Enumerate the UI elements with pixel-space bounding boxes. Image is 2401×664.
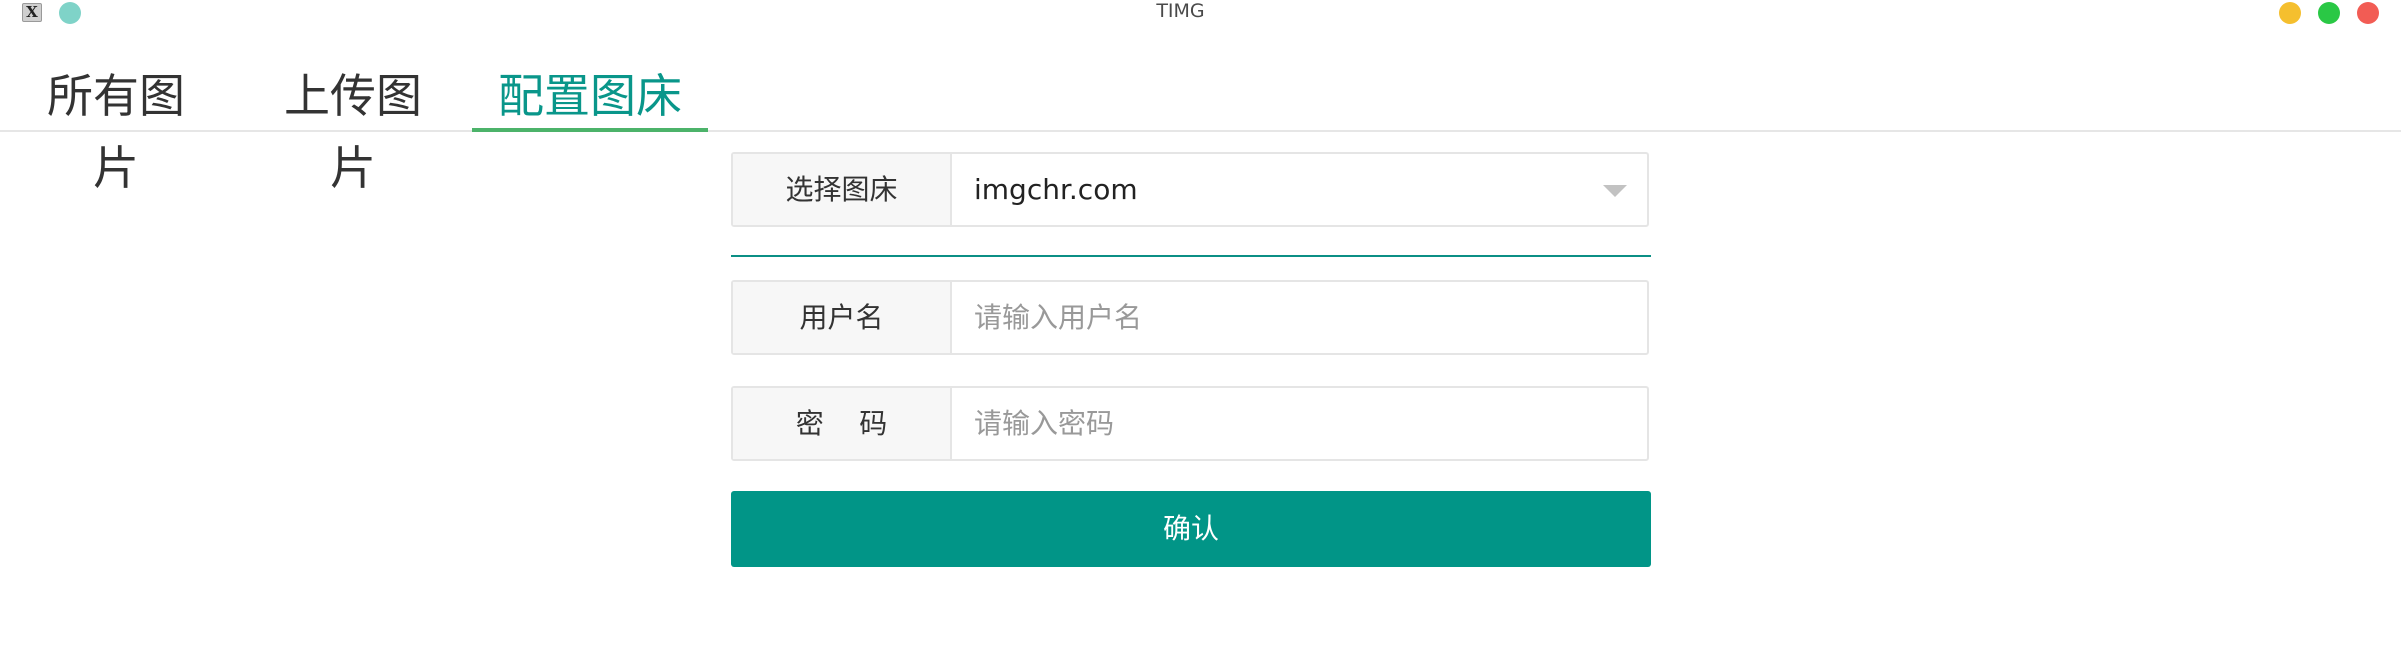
divider: [731, 255, 1651, 257]
username-label: 用户名: [733, 282, 952, 353]
username-input[interactable]: [952, 282, 1647, 353]
minimize-button[interactable]: [2279, 2, 2301, 24]
host-select[interactable]: imgchr.com: [952, 154, 1647, 225]
username-row: 用户名: [731, 280, 1649, 355]
host-select-label: 选择图床: [733, 154, 952, 225]
tab-configure-host[interactable]: 配置图床: [472, 60, 708, 132]
password-row: 密 码: [731, 386, 1649, 461]
host-select-row: 选择图床 imgchr.com: [731, 152, 1649, 227]
confirm-button[interactable]: 确认: [731, 491, 1651, 567]
password-input[interactable]: [952, 388, 1647, 459]
host-select-value: imgchr.com: [974, 173, 1138, 206]
chevron-down-icon[interactable]: [1603, 185, 1627, 197]
tab-all-images[interactable]: 所有图片: [28, 60, 204, 195]
password-label: 密 码: [733, 388, 952, 459]
maximize-button[interactable]: [2318, 2, 2340, 24]
window-title: TIMG: [1156, 0, 1205, 22]
tab-bar: 所有图片 上传图片 配置图床: [0, 50, 2401, 195]
tab-upload-images[interactable]: 上传图片: [265, 60, 441, 195]
title-bar: X TIMG: [0, 0, 2401, 26]
close-button[interactable]: [2357, 2, 2379, 24]
